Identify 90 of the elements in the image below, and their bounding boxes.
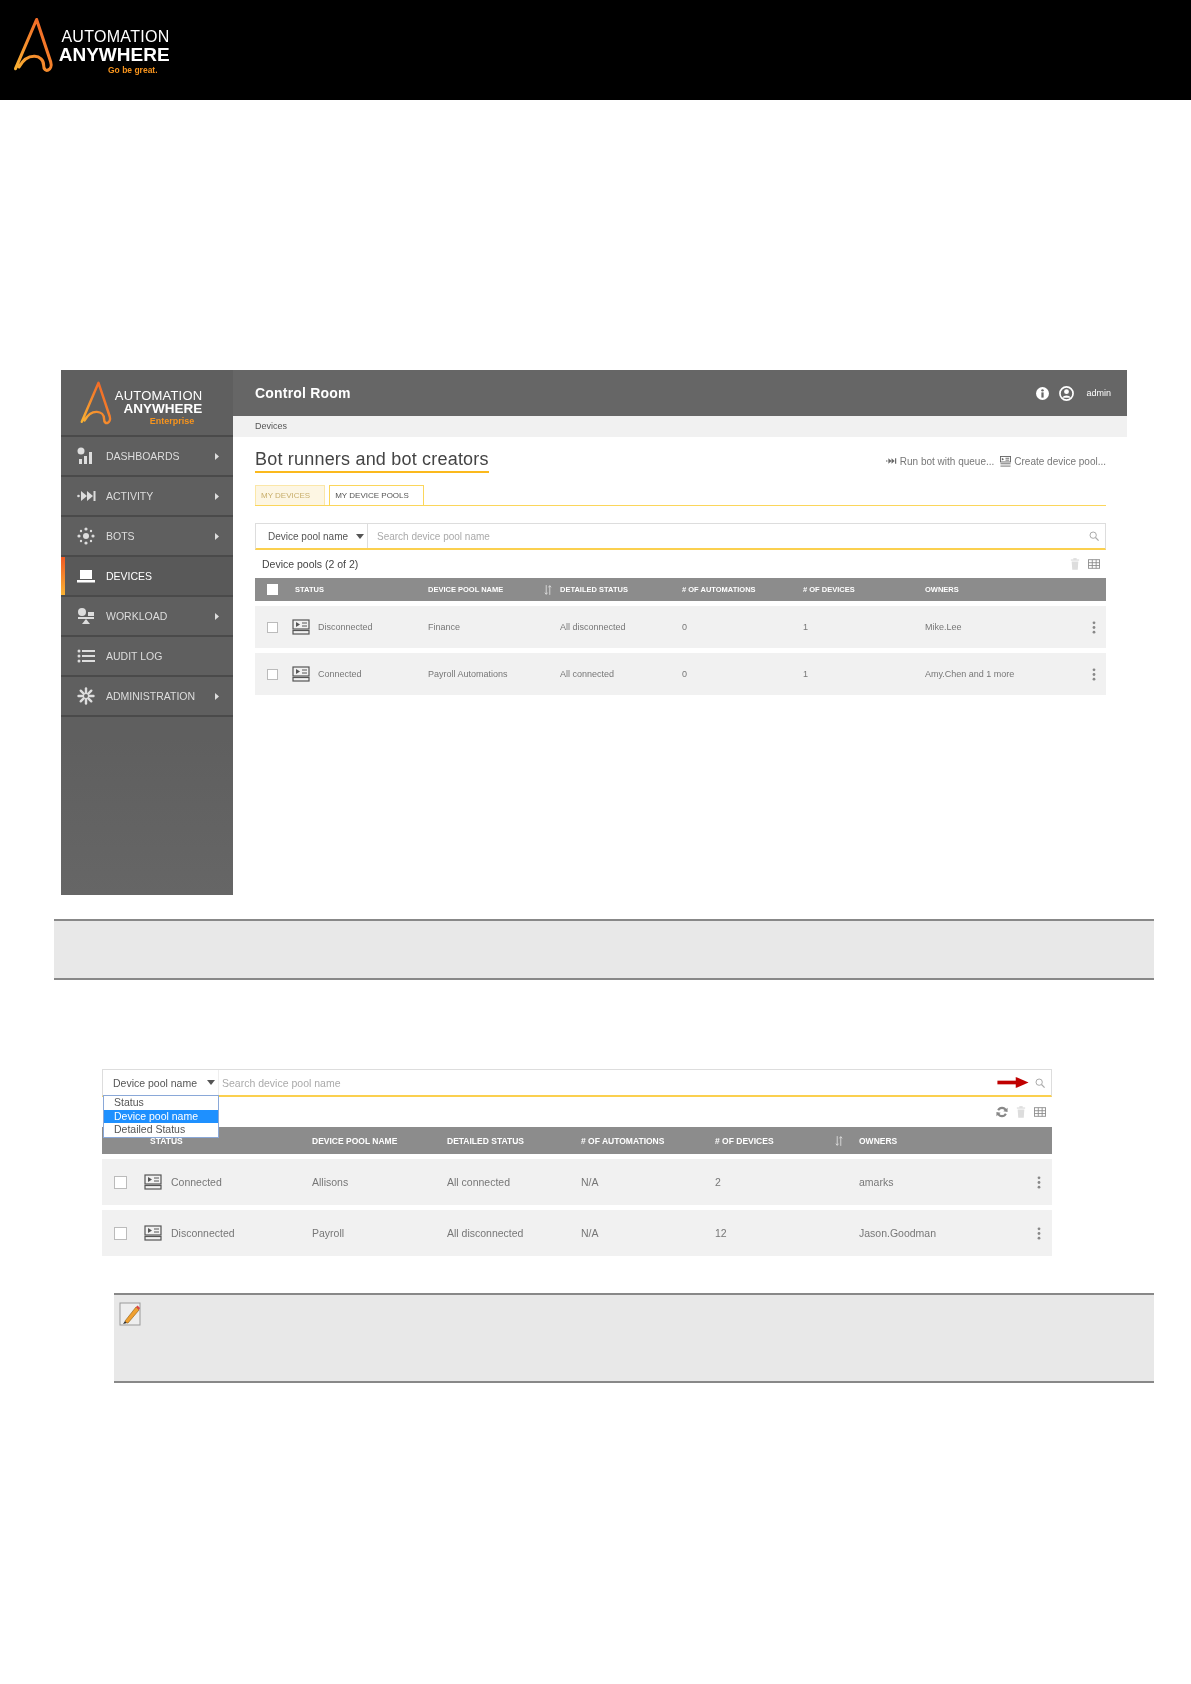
search-field[interactable]: Device pool name Search device pool name	[255, 523, 1106, 550]
table-cell: Connected	[318, 669, 362, 679]
table-row[interactable]: Disconnected Payroll All disconnected N/A 12 Jason.Goodman	[102, 1210, 1052, 1256]
column-header[interactable]: OWNERS	[859, 1135, 898, 1146]
table-icon[interactable]	[1088, 559, 1100, 569]
search-field[interactable]: Device pool name Search device pool name	[102, 1069, 1052, 1097]
table-row[interactable]: Connected Allisons All connected N/A 2 amarks	[102, 1159, 1052, 1205]
gear-icon	[77, 687, 95, 705]
logo-text: ANYWHERE	[123, 402, 203, 416]
table-cell-text: 1	[803, 669, 809, 679]
device-icon	[292, 666, 310, 682]
more-icon[interactable]	[1037, 1226, 1041, 1240]
list-icon	[77, 648, 95, 664]
logo-edition: Enterprise	[149, 416, 195, 426]
table-cell-text: N/A	[581, 1176, 600, 1188]
table-cell-text: Allisons	[312, 1176, 350, 1188]
sort-icon[interactable]	[835, 1135, 843, 1146]
row-checkbox[interactable]	[267, 621, 278, 633]
bar-chart-icon	[77, 447, 95, 465]
tab[interactable]: MY DEVICE POOLS	[329, 485, 424, 505]
dots-icon	[77, 527, 95, 545]
laptop-icon	[77, 569, 95, 583]
column-header[interactable]: STATUS	[150, 1135, 183, 1146]
user-icon[interactable]	[1059, 385, 1075, 401]
breadcrumb[interactable]: Devices	[233, 416, 1127, 437]
table-cell-text: Mike.Lee	[925, 622, 963, 632]
more-icon[interactable]	[1037, 1175, 1041, 1189]
more-icon[interactable]	[1092, 667, 1096, 681]
table-cell-text: Payroll Automations	[428, 669, 509, 679]
row-checkbox[interactable]	[267, 668, 278, 680]
table-cell-text: amarks	[859, 1176, 895, 1188]
device-icon	[144, 1225, 162, 1241]
table-cell-text: Payroll	[312, 1227, 346, 1239]
caret-icon	[207, 1080, 215, 1085]
create-pool-link[interactable]: Create device pool...	[1000, 455, 1106, 467]
sidebar-item[interactable]: DEVICES	[61, 557, 233, 597]
info-icon[interactable]	[1036, 386, 1050, 400]
table-row[interactable]: Connected Payroll Automations All connected 0 1 Amy.Chen and 1 more	[255, 653, 1106, 695]
search-icon[interactable]	[1035, 1077, 1045, 1088]
table-cell-text: All connected	[560, 669, 616, 679]
table-cell: Connected	[171, 1176, 222, 1188]
row-checkbox[interactable]	[114, 1175, 127, 1189]
column-header[interactable]: DEVICE POOL NAME	[312, 1135, 398, 1146]
table-row[interactable]: Disconnected Finance All disconnected 0 1 Mike.Lee	[255, 606, 1106, 648]
column-header[interactable]: # OF AUTOMATIONS	[581, 1135, 665, 1146]
fast-forward-icon	[77, 489, 97, 503]
sort-icon[interactable]	[544, 584, 552, 595]
table-cell: Disconnected	[171, 1227, 235, 1239]
arrow-annotation	[997, 1077, 1029, 1088]
device-list-icon	[1000, 455, 1012, 467]
device-icon	[144, 1174, 162, 1190]
user-name[interactable]: admin	[1086, 388, 1111, 398]
app-title: Control Room	[255, 385, 351, 401]
table-cell-text: 1	[803, 622, 809, 632]
dropdown-option[interactable]: Device pool name	[104, 1109, 218, 1123]
more-icon[interactable]	[1092, 620, 1096, 634]
logo-text: AUTOMATION	[61, 28, 170, 45]
run-bot-link[interactable]: Run bot with queue...	[885, 455, 995, 467]
table-cell-text: 2	[715, 1176, 722, 1188]
refresh-icon[interactable]	[996, 1106, 1008, 1118]
logo-text: AUTOMATION	[114, 389, 203, 402]
column-header[interactable]: DETAILED STATUS	[447, 1135, 524, 1146]
table-cell: Disconnected	[318, 622, 373, 632]
search-icon[interactable]	[1089, 531, 1099, 541]
dropdown-option[interactable]: Detailed Status	[104, 1123, 218, 1137]
filter-dropdown[interactable]: Device pool name	[256, 524, 368, 548]
select-all-checkbox[interactable]	[267, 584, 278, 595]
fast-forward-icon	[885, 457, 897, 465]
table-icon[interactable]	[1034, 1107, 1046, 1117]
table-cell-text: Amy.Chen and 1 more	[925, 669, 1016, 679]
table-cell-text: Finance	[428, 622, 462, 632]
device-icon	[292, 619, 310, 635]
table-cell-text: Jason.Goodman	[859, 1227, 938, 1239]
caret-icon	[356, 533, 364, 539]
table-cell-text: All disconnected	[560, 622, 627, 632]
page-title: Bot runners and bot creators	[255, 449, 489, 473]
pencil-icon	[119, 1302, 141, 1326]
table-cell-text: N/A	[581, 1227, 600, 1239]
column-header[interactable]: # OF DEVICES	[715, 1135, 774, 1146]
table-cell-text: 12	[715, 1227, 728, 1239]
table-cell-text: All disconnected	[447, 1227, 525, 1239]
table-cell-text: 0	[682, 622, 688, 632]
table-cell-text: All connected	[447, 1176, 512, 1188]
dropdown-option[interactable]: Status	[104, 1096, 218, 1110]
table-cell-text: 0	[682, 669, 688, 679]
logo-tagline: Go be great.	[107, 65, 158, 74]
row-checkbox[interactable]	[114, 1226, 127, 1240]
result-count: Device pools (2 of 2)	[262, 558, 359, 570]
person-icon	[77, 607, 95, 625]
logo-text: ANYWHERE	[58, 44, 170, 64]
